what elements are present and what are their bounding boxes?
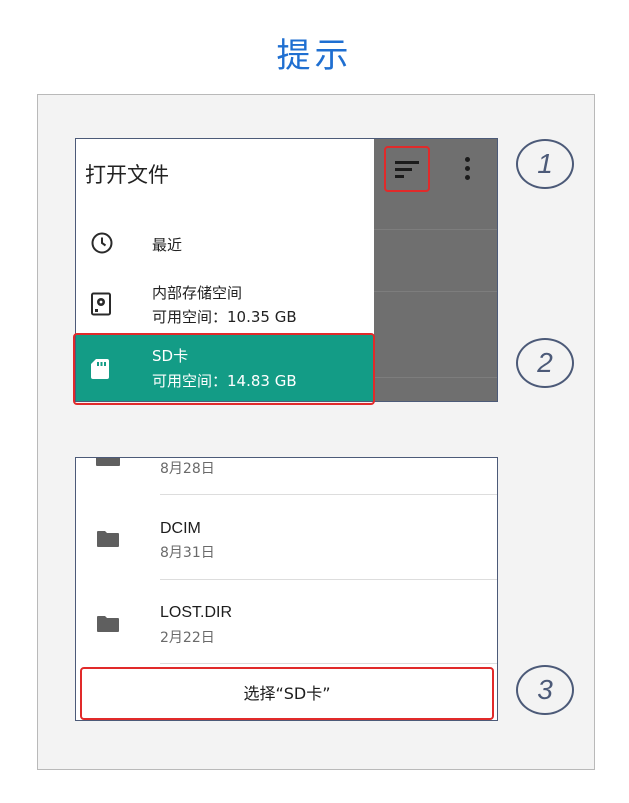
divider xyxy=(374,377,497,378)
divider xyxy=(160,494,497,495)
drawer-item-label: 最近 xyxy=(152,236,183,254)
divider xyxy=(374,229,497,230)
clock-icon xyxy=(91,232,113,254)
select-sd-card-button[interactable]: 选择“SD卡” xyxy=(80,667,494,720)
page-title: 提示 xyxy=(276,36,353,76)
step-badge-3: 3 xyxy=(516,665,574,715)
more-vert-icon[interactable] xyxy=(462,157,472,183)
hard-drive-icon xyxy=(91,292,111,316)
folder-icon xyxy=(97,616,119,632)
sort-icon xyxy=(395,161,419,178)
file-date: 8月28日 xyxy=(160,461,215,477)
folder-icon xyxy=(96,458,120,466)
divider xyxy=(160,663,497,664)
drawer-item-internal-storage[interactable]: 内部存储空间 可用空间：10.35 GB xyxy=(76,276,374,331)
drawer-item-subtitle: 可用空间：10.35 GB xyxy=(152,308,297,326)
file-name: LOST.DIR xyxy=(160,604,233,621)
file-date: 8月31日 xyxy=(160,545,215,561)
sort-button[interactable] xyxy=(384,146,430,192)
drawer-title: 打开文件 xyxy=(85,163,169,187)
folder-icon xyxy=(97,531,119,547)
step-badge-1: 1 xyxy=(516,139,574,189)
divider xyxy=(160,579,497,580)
step-badge-2: 2 xyxy=(516,338,574,388)
file-name: DCIM xyxy=(160,520,201,537)
drawer-item-label: 内部存储空间 xyxy=(152,284,243,302)
sd-card-callout xyxy=(73,333,375,405)
drawer-item-recent[interactable]: 最近 xyxy=(76,223,374,263)
divider xyxy=(374,291,497,292)
file-date: 2月22日 xyxy=(160,630,215,646)
